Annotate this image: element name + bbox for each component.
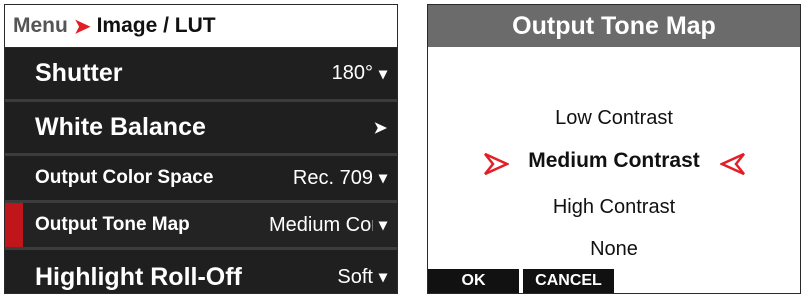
menu-item-value: Medium Contrast [268,213,373,236]
cancel-button[interactable]: CANCEL [523,269,614,293]
menu-item-value: 180° [331,62,373,84]
arrow-right-icon[interactable]: ➤ [374,118,387,138]
menu-item-label: Output Color Space [35,167,214,188]
option-medium-contrast[interactable]: Medium Contrast [428,149,800,175]
menu-item-white-balance[interactable]: White Balance ➤ [5,102,397,156]
chevron-down-icon[interactable]: ▾ [379,168,387,188]
menu-panel: Menu ➤ Image / LUT Shutter 180° ▾ White … [4,4,398,294]
menu-item-shutter[interactable]: Shutter 180° ▾ [5,48,397,102]
selection-arrow-right-icon [720,153,745,175]
selection-arrow-left-icon [484,153,509,175]
menu-item-value: Soft [337,265,373,288]
ok-button[interactable]: OK [428,269,519,293]
option-high-contrast[interactable]: High Contrast [428,196,800,219]
menu-item-output-color-space[interactable]: Output Color Space Rec. 709 ▾ [5,156,397,203]
chevron-down-icon[interactable]: ▾ [379,267,387,287]
option-none[interactable]: None [428,238,800,261]
menu-item-value: Rec. 709 [292,166,373,189]
menu-item-highlight-roll-off[interactable]: Highlight Roll-Off Soft ▾ [5,250,397,293]
dialog-title: Output Tone Map [428,5,800,47]
breadcrumb-arrow-icon: ➤ [73,15,91,38]
chevron-down-icon[interactable]: ▾ [379,64,387,84]
chevron-down-icon[interactable]: ▾ [379,215,387,235]
menu-item-label: Highlight Roll-Off [35,262,242,291]
tone-map-dialog: Output Tone Map Low Contrast Medium Cont… [427,4,801,294]
menu-item-label: Output Tone Map [35,214,190,235]
option-low-contrast[interactable]: Low Contrast [428,107,800,130]
menu-item-output-tone-map[interactable]: Output Tone Map Medium Contrast ▾ [5,203,397,250]
menu-item-label: White Balance [35,113,206,141]
dialog-button-bar: OK CANCEL [428,269,800,293]
menu-item-label: Shutter [35,59,123,87]
breadcrumb-current: Image / LUT [96,14,216,37]
breadcrumb: Menu ➤ Image / LUT [5,5,397,48]
breadcrumb-menu-link[interactable]: Menu [13,14,68,38]
option-label: Medium Contrast [528,149,700,172]
